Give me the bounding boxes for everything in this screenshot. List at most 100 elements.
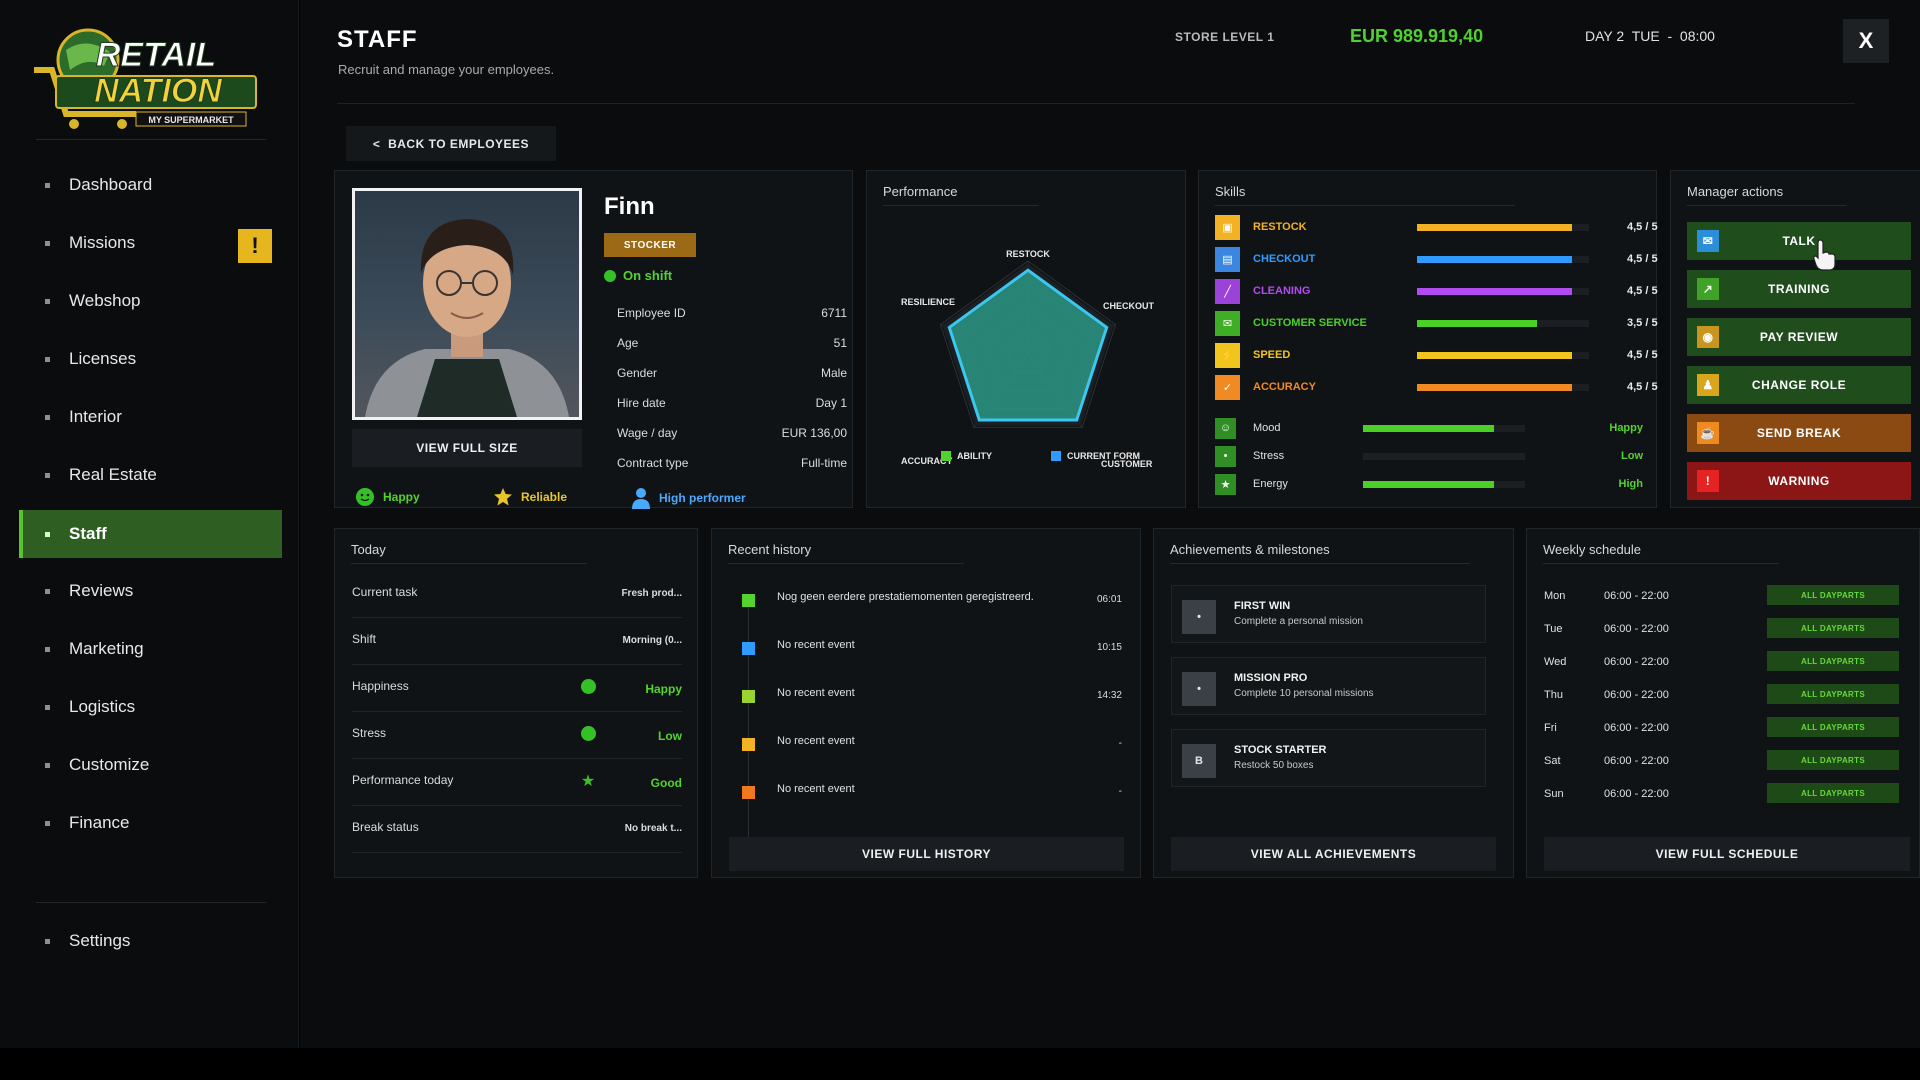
info-row: Age 51 <box>617 336 847 356</box>
achievement-badge-icon: • <box>1182 600 1216 634</box>
trait-happy: Happy <box>355 487 420 507</box>
sidebar-item-label: Logistics <box>69 697 136 716</box>
talk-button[interactable]: ✉ TALK <box>1687 222 1911 260</box>
chat-icon: ✉ <box>1215 310 1240 336</box>
schedule-day: Sat <box>1544 755 1561 767</box>
employee-portrait[interactable] <box>352 188 582 420</box>
skill-bar-fill <box>1417 224 1572 231</box>
sidebar-item-missions[interactable]: Missions! <box>19 219 282 267</box>
history-time: 06:01 <box>1096 594 1122 605</box>
achievement-card[interactable]: • MISSION PRO Complete 10 personal mission… <box>1171 657 1486 715</box>
skill-label: CLEANING <box>1253 285 1311 297</box>
state-bar <box>1363 453 1525 460</box>
skill-row: ✓ ACCURACY 4,5 / 5 <box>1215 373 1663 401</box>
sidebar-item-settings[interactable]: Settings <box>19 917 282 965</box>
achievement-card[interactable]: • FIRST WIN Complete a personal mission <box>1171 585 1486 643</box>
sidebar-item-label: Missions <box>69 233 136 252</box>
today-label: Happiness <box>352 679 409 693</box>
bullet-icon <box>45 415 50 420</box>
skill-row: ▣ RESTOCK 4,5 / 5 <box>1215 213 1663 241</box>
info-label: Employee ID <box>617 306 686 320</box>
view-full-size-button[interactable]: VIEW FULL SIZE <box>352 429 582 467</box>
sidebar-item-dashboard[interactable]: Dashboard <box>19 161 282 209</box>
sidebar-item-logistics[interactable]: Logistics <box>19 683 282 731</box>
register-icon: ▤ <box>1215 246 1240 272</box>
sidebar-item-finance[interactable]: Finance <box>19 799 282 847</box>
state-row: ★ Energy High <box>1215 471 1663 497</box>
skill-value: 4,5 / 5 <box>1627 381 1658 393</box>
bullet-icon <box>45 647 50 652</box>
change-role-button[interactable]: ♟ CHANGE ROLE <box>1687 366 1911 404</box>
sidebar-item-real-estate[interactable]: Real Estate <box>19 451 282 499</box>
smile-icon: ☺ <box>1215 417 1236 439</box>
skill-value: 4,5 / 5 <box>1627 221 1658 233</box>
action-label: CHANGE ROLE <box>1751 378 1847 392</box>
sidebar-item-customize[interactable]: Customize <box>19 741 282 789</box>
history-marker <box>742 738 755 751</box>
retail-nation-logo: RETAIL NATION MY SUPERMARKET <box>34 28 257 129</box>
achievements-panel: Achievements & milestones • FIRST WIN Comp… <box>1153 528 1514 878</box>
header-divider <box>337 103 1855 104</box>
skill-bar-fill <box>1417 320 1538 327</box>
info-row: Employee ID 6711 <box>617 306 847 326</box>
history-time: 14:32 <box>1096 690 1122 701</box>
back-to-employees-button[interactable]: < BACK TO EMPLOYEES <box>346 126 556 161</box>
bolt-icon: ⚡ <box>1215 342 1240 368</box>
star-icon <box>494 488 512 506</box>
schedule-time: 06:00 - 22:00 <box>1604 755 1669 767</box>
state-label: Energy <box>1253 478 1288 490</box>
achievement-card[interactable]: B STOCK STARTER Restock 50 boxes <box>1171 729 1486 787</box>
recent-history-panel: Recent history Nog geen eerdere prestati… <box>711 528 1141 878</box>
hand-cursor-icon <box>1813 239 1836 271</box>
action-label: WARNING <box>1768 474 1830 488</box>
panel-title: Performance <box>883 184 958 199</box>
sidebar-item-label: Webshop <box>69 291 141 310</box>
training-button[interactable]: ↗ TRAINING <box>1687 270 1911 308</box>
skill-bar-fill <box>1417 384 1572 391</box>
close-button[interactable]: X <box>1843 19 1889 63</box>
state-label: Mood <box>1253 422 1281 434</box>
warning-button[interactable]: ! WARNING <box>1687 462 1911 500</box>
today-row: Performance today ★ Good <box>352 759 682 806</box>
view-all-achievements-button[interactable]: VIEW ALL ACHIEVEMENTS <box>1171 837 1496 871</box>
sidebar-item-webshop[interactable]: Webshop <box>19 277 282 325</box>
history-text: No recent event <box>777 687 855 699</box>
achievement-title: STOCK STARTER <box>1234 744 1327 756</box>
sidebar-item-marketing[interactable]: Marketing <box>19 625 282 673</box>
daypart-badge: ALL DAYPARTS <box>1767 585 1899 605</box>
history-item: No recent event 14:32 <box>742 682 1122 712</box>
history-time: 10:15 <box>1096 642 1122 653</box>
sidebar-item-reviews[interactable]: Reviews <box>19 567 282 615</box>
daypart-badge: ALL DAYPARTS <box>1767 750 1899 770</box>
state-value: Happy <box>1609 422 1643 434</box>
info-value: 51 <box>833 336 847 350</box>
smile-icon <box>581 679 596 694</box>
sidebar-item-label: Marketing <box>69 639 144 658</box>
schedule-row: Sat 06:00 - 22:00 ALL DAYPARTS <box>1544 750 1899 774</box>
sidebar-item-label: Staff <box>69 524 107 543</box>
legend-swatch <box>1051 451 1061 461</box>
bullet-icon <box>45 589 50 594</box>
sidebar-item-staff[interactable]: Staff <box>19 510 282 558</box>
sidebar-item-licenses[interactable]: Licenses <box>19 335 282 383</box>
skill-bar-fill <box>1417 352 1572 359</box>
history-text: Nog geen eerdere prestatiemomenten gereg… <box>777 591 1034 603</box>
send-break-button[interactable]: ☕ SEND BREAK <box>1687 414 1911 452</box>
view-full-history-button[interactable]: VIEW FULL HISTORY <box>729 837 1124 871</box>
state-value: Low <box>1621 450 1643 462</box>
legend-label: CURRENT FORM <box>1067 451 1140 461</box>
panel-title: Achievements & milestones <box>1170 542 1330 557</box>
schedule-time: 06:00 - 22:00 <box>1604 623 1669 635</box>
skill-bar <box>1417 224 1589 231</box>
info-value: Day 1 <box>815 396 847 410</box>
today-row: Stress Low <box>352 712 682 759</box>
schedule-time: 06:00 - 22:00 <box>1604 689 1669 701</box>
daypart-badge: ALL DAYPARTS <box>1767 783 1899 803</box>
view-full-schedule-button[interactable]: VIEW FULL SCHEDULE <box>1544 837 1910 871</box>
pay-review-button[interactable]: ◉ PAY REVIEW <box>1687 318 1911 356</box>
sidebar-item-interior[interactable]: Interior <box>19 393 282 441</box>
alert-badge: ! <box>238 229 272 263</box>
skill-row: ╱ CLEANING 4,5 / 5 <box>1215 277 1663 305</box>
coffee-icon: ☕ <box>1697 422 1719 444</box>
today-value: Fresh prod... <box>621 588 682 599</box>
